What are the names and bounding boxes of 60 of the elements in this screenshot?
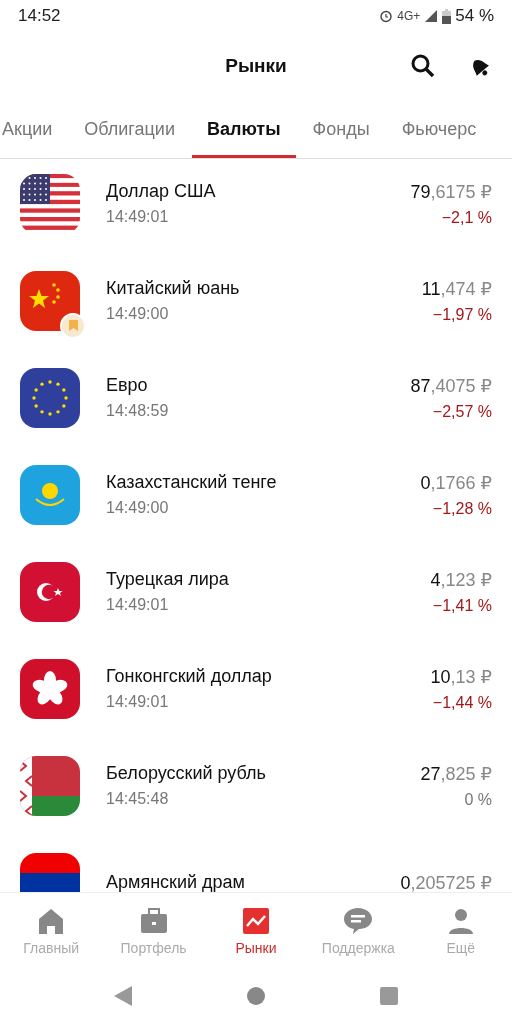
- update-time: 14:49:01: [106, 208, 170, 226]
- briefcase-icon: [138, 905, 169, 936]
- currency-price: 27,825 ₽: [420, 762, 492, 785]
- tab[interactable]: Акции: [0, 100, 68, 158]
- flag-icon: [20, 658, 80, 719]
- update-time: 14:49:01: [106, 596, 170, 614]
- currency-price: 0,1766 ₽: [420, 471, 492, 494]
- network-type: 4G+: [397, 9, 421, 23]
- nav-tab[interactable]: Главный: [3, 905, 100, 956]
- bookmark-icon: [68, 320, 78, 331]
- price-change: −2,1 %: [441, 208, 492, 227]
- price-change: −1,28 %: [432, 499, 492, 518]
- nav-tab[interactable]: Портфель: [105, 905, 202, 956]
- battery-icon: [442, 8, 452, 24]
- currency-name: Турецкая лира: [106, 569, 230, 590]
- flag-icon: [20, 270, 80, 331]
- price-change: −1,97 %: [432, 305, 492, 324]
- nav-tab[interactable]: Ещё: [412, 905, 509, 956]
- currency-name: Армянский драм: [106, 872, 246, 892]
- currency-price: 4,123 ₽: [430, 568, 492, 591]
- chat-icon: [343, 905, 374, 936]
- nav-tab[interactable]: Рынки: [207, 905, 304, 956]
- screen-title: Рынки: [225, 55, 287, 77]
- update-time: 14:48:59: [106, 402, 170, 420]
- flag-icon: [20, 755, 80, 816]
- update-time: 14:49:00: [106, 499, 170, 517]
- tab[interactable]: Фонды: [297, 100, 385, 158]
- flag-icon: [20, 561, 80, 622]
- update-time: 14:49:00: [106, 305, 170, 323]
- currency-name: Китайский юань: [106, 278, 241, 299]
- search-icon: [410, 53, 436, 79]
- currency-name: Белорусский рубль: [106, 763, 267, 784]
- currency-name: Доллар США: [106, 181, 217, 202]
- tab[interactable]: Облигации: [69, 100, 190, 158]
- currency-price: 87,4075 ₽: [410, 374, 492, 397]
- currency-price: 10,13 ₽: [430, 665, 492, 688]
- price-change: 0 %: [464, 790, 492, 809]
- battery-level: 54 %: [455, 6, 494, 26]
- signal-icon: [424, 9, 439, 23]
- alarm-icon: [379, 9, 394, 23]
- currency-price: 79,6175 ₽: [410, 180, 492, 203]
- home-icon[interactable]: [247, 987, 265, 1005]
- currency-name: Евро: [106, 375, 149, 396]
- back-icon[interactable]: [114, 986, 132, 1006]
- status-time: 14:52: [18, 6, 62, 26]
- currency-price: 0,205725 ₽: [400, 871, 492, 892]
- tab[interactable]: Фьючерс: [386, 100, 492, 158]
- currency-name: Казахстанский тенге: [106, 472, 278, 493]
- price-change: −1,44 %: [432, 693, 492, 712]
- currency-price: 11,474 ₽: [421, 277, 492, 300]
- currency-name: Гонконгский доллар: [106, 666, 273, 687]
- chart-icon: [240, 905, 271, 936]
- price-change: −1,41 %: [432, 596, 492, 615]
- nav-tab[interactable]: Поддержка: [310, 905, 407, 956]
- update-time: 14:45:48: [106, 790, 170, 808]
- tab[interactable]: Валюты: [192, 100, 296, 158]
- price-change: −2,57 %: [432, 402, 492, 421]
- update-time: 14:49:01: [106, 693, 170, 711]
- flag-icon: [20, 464, 80, 525]
- flag-icon: [20, 367, 80, 428]
